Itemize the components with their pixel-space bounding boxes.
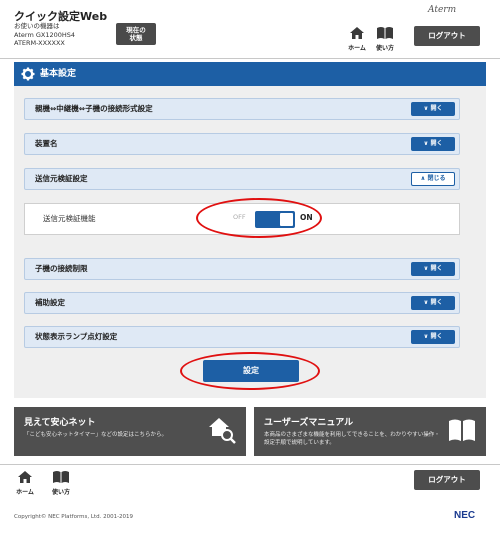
- footer-help-button[interactable]: 使い方: [50, 470, 72, 496]
- section-auxiliary-settings[interactable]: 補助設定 ∨ 開く: [24, 292, 460, 314]
- highlight-oval-switch: [196, 198, 322, 238]
- footer-logout-button[interactable]: ログアウト: [414, 470, 480, 490]
- section-label: 補助設定: [35, 298, 65, 307]
- open-button[interactable]: ∨ 開く: [411, 137, 455, 151]
- header-divider: [0, 58, 500, 59]
- section-label: 親機⇔中継機⇔子機の接続形式設定: [35, 104, 153, 113]
- device-id: ATERM-XXXXXX: [14, 39, 65, 47]
- section-source-verification[interactable]: 送信元検証設定 ∧ 閉じる: [24, 168, 460, 190]
- help-button[interactable]: 使い方: [374, 26, 396, 52]
- section-label: 状態表示ランプ点灯設定: [35, 332, 118, 341]
- close-button[interactable]: ∧ 閉じる: [411, 172, 455, 186]
- house-search-icon: [209, 418, 236, 444]
- open-button-label: 開く: [430, 140, 443, 147]
- home-button[interactable]: ホーム: [346, 26, 368, 52]
- section-connection-mode[interactable]: 親機⇔中継機⇔子機の接続形式設定 ∨ 開く: [24, 98, 460, 120]
- section-device-name[interactable]: 装置名 ∨ 開く: [24, 133, 460, 155]
- home-icon: [18, 471, 32, 483]
- open-button-label: 開く: [430, 265, 443, 272]
- open-button-label: 開く: [430, 299, 443, 306]
- home-label: ホーム: [16, 489, 34, 496]
- footer-divider: [0, 464, 500, 465]
- book-icon: [377, 27, 393, 39]
- highlight-oval-submit: [180, 352, 320, 390]
- open-button[interactable]: ∨ 開く: [411, 330, 455, 344]
- banner-users-manual[interactable]: ユーザーズマニュアル 本商品のさまざまな機能を利用してできることを、わかりやすい…: [254, 407, 486, 456]
- status-button-line2: 状態: [129, 34, 143, 42]
- header: クイック設定Web お使いの機器は Aterm GX1200HS4 ATERM-…: [0, 0, 500, 58]
- section-label: 装置名: [35, 139, 58, 148]
- section-client-restriction[interactable]: 子機の接続制限 ∨ 開く: [24, 258, 460, 280]
- banner-title: 見えて安心ネット: [24, 418, 96, 428]
- device-model: Aterm GX1200HS4: [14, 30, 76, 39]
- help-label: 使い方: [51, 489, 70, 496]
- gear-icon: [21, 67, 35, 81]
- panel-title: 基本設定: [40, 69, 77, 79]
- open-button-label: 開く: [430, 333, 443, 340]
- device-info: お使いの機器は Aterm GX1200HS4 ATERM-XXXXXX: [14, 22, 75, 48]
- status-button-line1: 現在の: [126, 26, 146, 34]
- close-button-label: 閉じる: [427, 175, 446, 182]
- source-verification-label: 送信元検証機能: [43, 214, 96, 223]
- banner-title: ユーザーズマニュアル: [264, 418, 354, 428]
- footer-home-button[interactable]: ホーム: [14, 470, 36, 496]
- panel-title-bar: 基本設定: [14, 62, 486, 86]
- book-icon: [53, 471, 69, 483]
- brand-logo: Aterm: [428, 5, 457, 15]
- home-icon: [350, 27, 364, 39]
- open-button[interactable]: ∨ 開く: [411, 102, 455, 116]
- section-status-lamp[interactable]: 状態表示ランプ点灯設定 ∨ 開く: [24, 326, 460, 348]
- banner-desc: 「こども安心ネットタイマー」などの設定はこちらから。: [24, 432, 168, 438]
- logout-button[interactable]: ログアウト: [414, 26, 480, 46]
- section-label: 子機の接続制限: [35, 264, 88, 273]
- copyright: Copyright© NEC Platforms, Ltd. 2001-2019: [14, 514, 134, 520]
- open-button[interactable]: ∨ 開く: [411, 262, 455, 276]
- section-label: 送信元検証設定: [35, 174, 88, 183]
- device-caption: お使いの機器は: [14, 22, 60, 30]
- current-status-button[interactable]: 現在の 状態: [116, 23, 156, 45]
- open-button[interactable]: ∨ 開く: [411, 296, 455, 310]
- help-label: 使い方: [375, 45, 394, 52]
- home-label: ホーム: [348, 45, 366, 52]
- open-button-label: 開く: [430, 105, 443, 112]
- banner-desc: 本商品のさまざまな機能を利用してできることを、わかりやすい操作・設定手順で説明し…: [264, 432, 440, 446]
- banner-mieru-anshin[interactable]: 見えて安心ネット 「こども安心ネットタイマー」などの設定はこちらから。: [14, 407, 246, 456]
- book-icon: [449, 419, 475, 441]
- nec-logo: NEC: [454, 510, 476, 521]
